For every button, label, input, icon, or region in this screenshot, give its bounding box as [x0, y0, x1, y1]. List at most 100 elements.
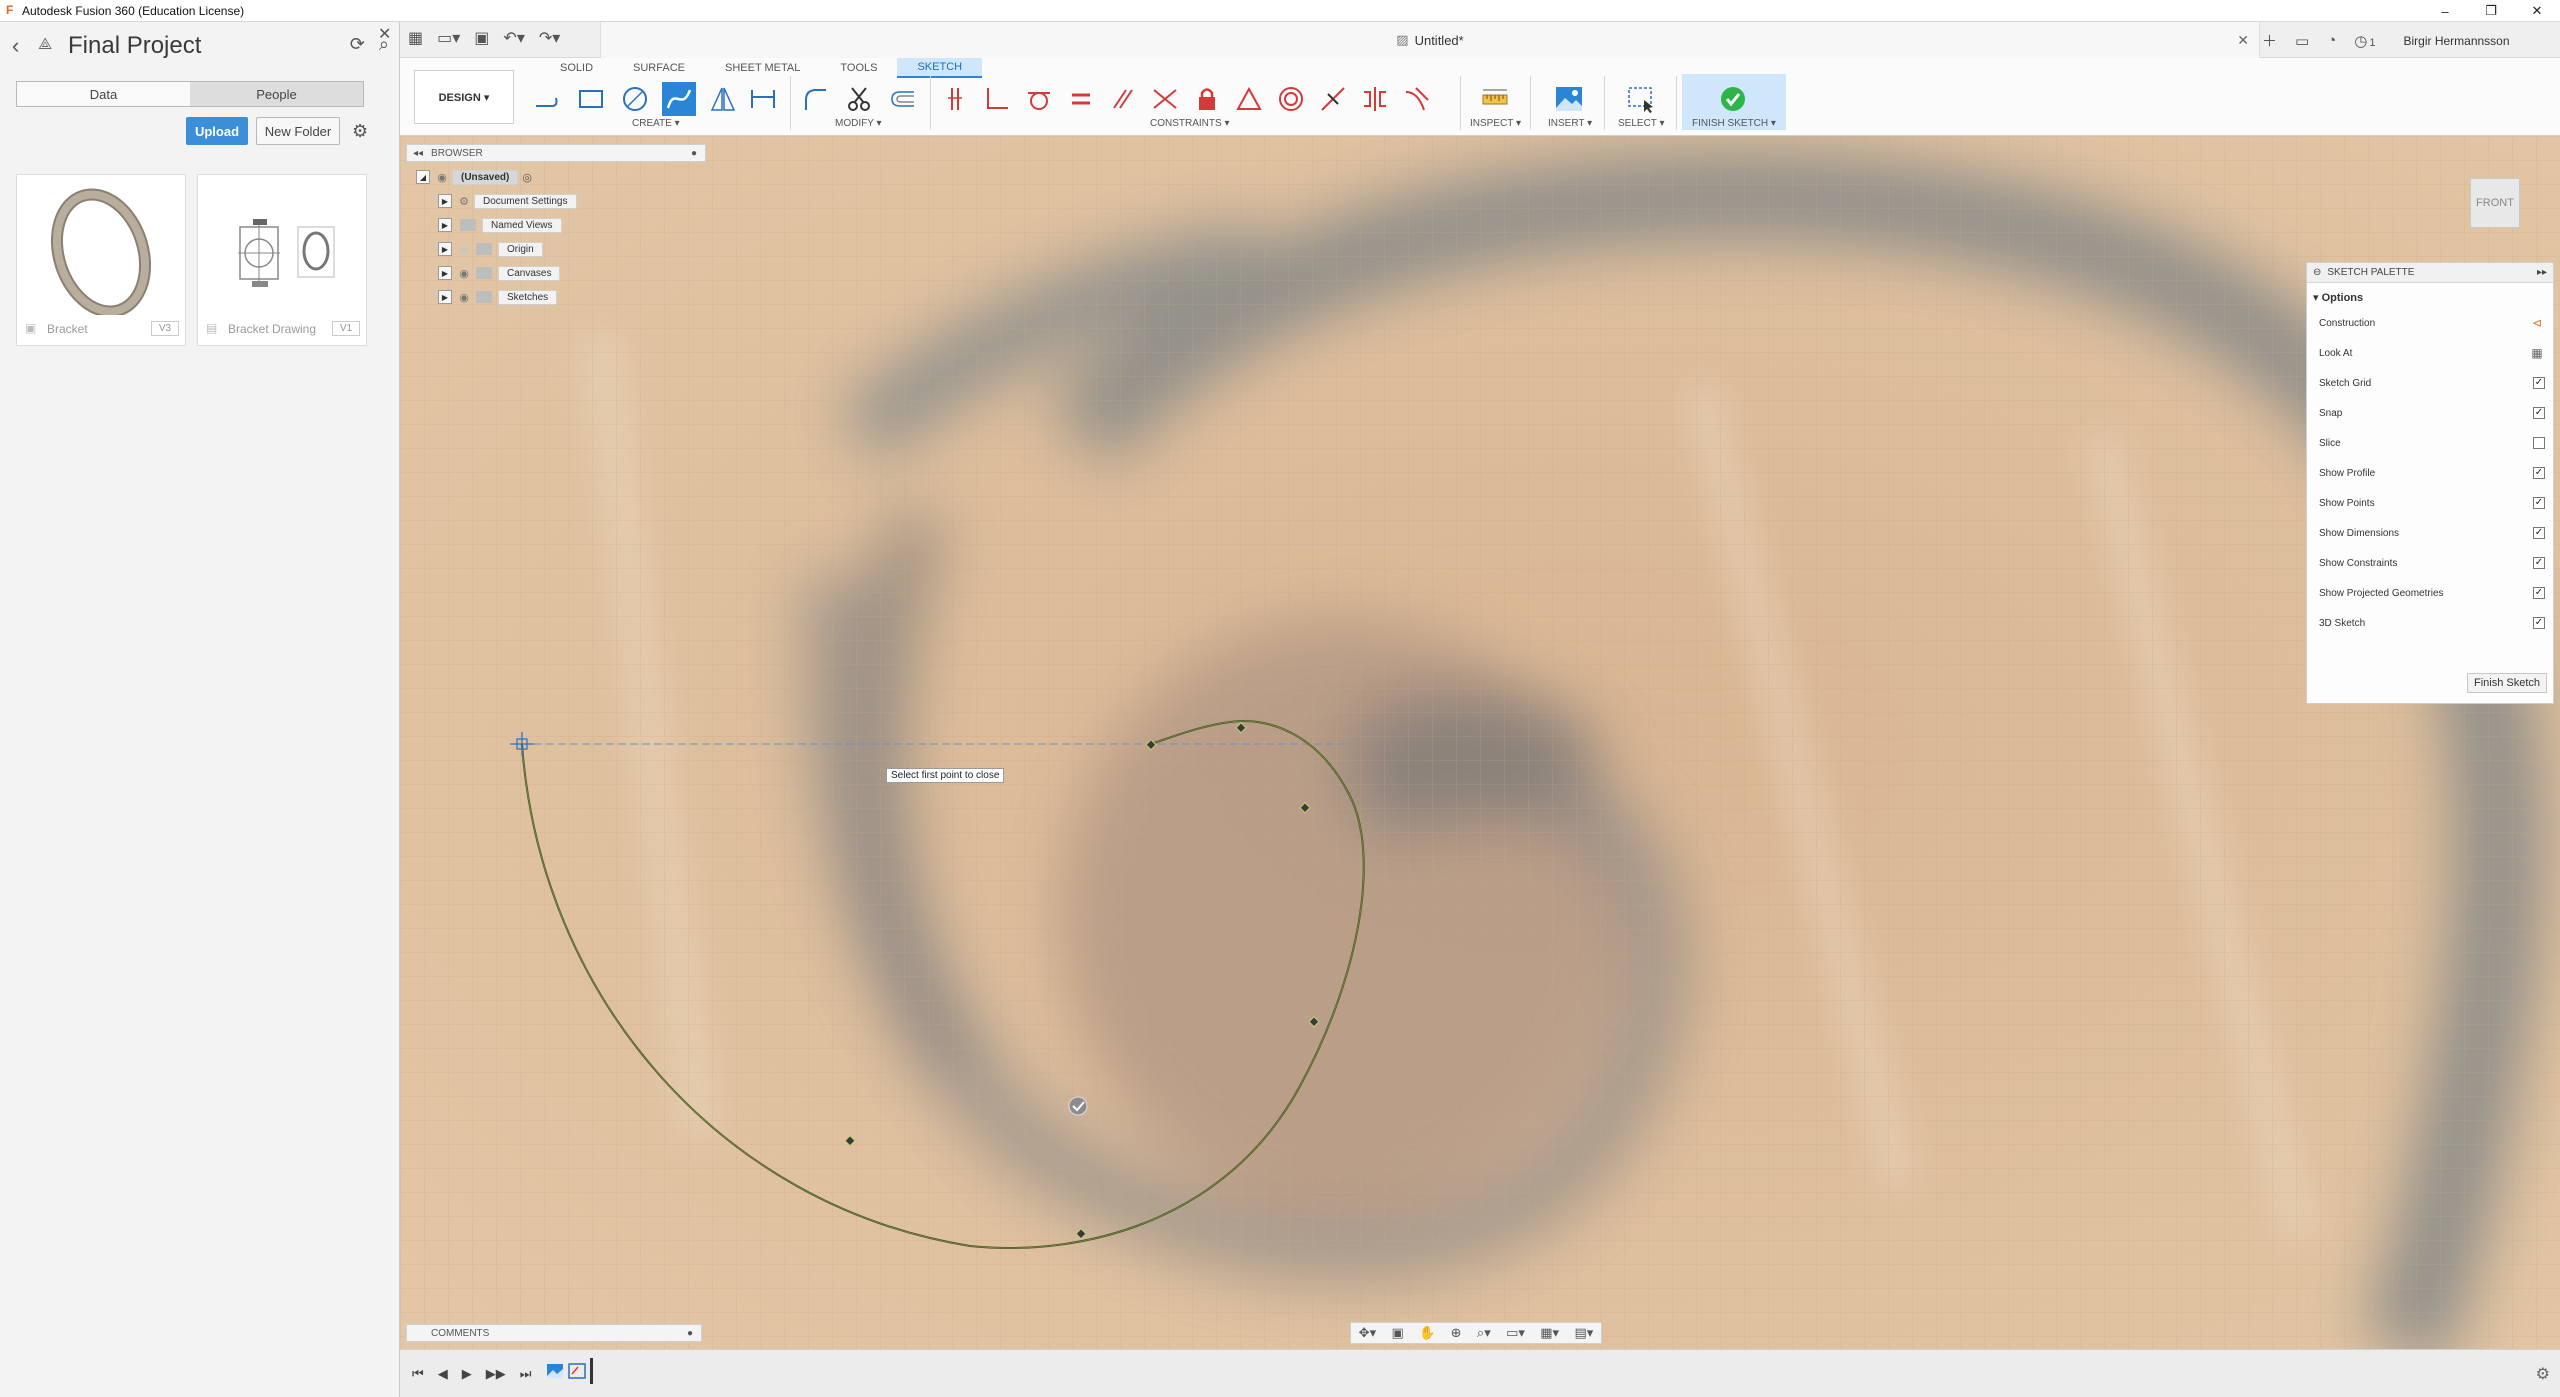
show-constraints-checkbox[interactable]: ✓	[2533, 557, 2545, 569]
pin-icon[interactable]: ●	[691, 148, 697, 159]
spline-tool-icon[interactable]	[662, 82, 696, 116]
show-dimensions-checkbox[interactable]: ✓	[2533, 527, 2545, 539]
document-tab[interactable]: ▨ Untitled* ✕	[600, 22, 2260, 58]
browser-item-origin[interactable]: ▶ ◉ Origin	[438, 240, 543, 258]
option-show-dimensions[interactable]: Show Dimensions ✓	[2319, 523, 2545, 543]
job-status-icon[interactable]: ◔	[2327, 32, 2336, 49]
timeline-settings-gear-icon[interactable]: ⚙	[2536, 1364, 2550, 1384]
go-to-start-icon[interactable]: ⏮	[412, 1366, 424, 1382]
collapse-icon[interactable]: ◢	[416, 170, 430, 184]
rectangle-tool-icon[interactable]	[574, 82, 608, 116]
perpendicular-constraint-icon[interactable]	[980, 82, 1014, 116]
close-icon[interactable]: ✕	[2514, 0, 2560, 22]
chat-icon[interactable]: ▭	[2295, 32, 2309, 50]
expand-icon[interactable]: ▶	[438, 290, 452, 304]
tab-sheet-metal[interactable]: SHEET METAL	[705, 58, 820, 78]
eye-icon[interactable]: ◉	[456, 291, 472, 304]
insert-menu[interactable]: INSERT ▾	[1548, 118, 1592, 129]
dimension-tool-icon[interactable]	[746, 82, 780, 116]
slice-checkbox[interactable]	[2533, 437, 2545, 449]
restore-icon[interactable]: ❐	[2468, 0, 2514, 22]
browser-item-canvases[interactable]: ▶ ◉ Canvases	[438, 264, 561, 282]
triangle-constraint-icon[interactable]	[1232, 82, 1266, 116]
go-to-end-icon[interactable]: ⏭	[520, 1366, 532, 1382]
upload-button[interactable]: Upload	[186, 117, 248, 145]
user-name[interactable]: Birgir Hermannsson	[2403, 34, 2509, 48]
show-profile-checkbox[interactable]: ✓	[2533, 467, 2545, 479]
tab-people[interactable]: People	[190, 82, 363, 106]
concentric-constraint-icon[interactable]	[1274, 82, 1308, 116]
measure-tool-icon[interactable]	[1478, 82, 1512, 116]
workspace-switcher[interactable]: DESIGN ▾	[414, 70, 514, 124]
expand-palette-icon[interactable]: ▸▸	[2537, 267, 2547, 278]
display-settings-icon[interactable]: ▭▾	[1506, 1325, 1525, 1341]
modify-menu[interactable]: MODIFY ▾	[835, 118, 882, 129]
pan-icon[interactable]: ✋	[1419, 1325, 1435, 1341]
lock-constraint-icon[interactable]	[1190, 82, 1224, 116]
browser-item-document-settings[interactable]: ▶ ⚙ Document Settings	[438, 192, 577, 210]
tab-tools[interactable]: TOOLS	[820, 58, 897, 78]
activate-radio-icon[interactable]: ◎	[522, 171, 532, 184]
show-projected-geometries-checkbox[interactable]: ✓	[2533, 587, 2545, 599]
zoom-window-icon[interactable]: ⌕▾	[1477, 1325, 1491, 1341]
timeline-sketch-feature-icon[interactable]	[568, 1362, 586, 1380]
option-3d-sketch[interactable]: 3D Sketch ✓	[2319, 613, 2545, 633]
fix-constraint-icon[interactable]	[938, 82, 972, 116]
minimize-icon[interactable]: –	[2422, 0, 2468, 22]
finish-sketch-check-icon[interactable]	[1716, 82, 1750, 116]
parallel-constraint-icon[interactable]	[1106, 82, 1140, 116]
coincident-constraint-icon[interactable]	[1148, 82, 1182, 116]
sketch-palette-header[interactable]: ⊖ SKETCH PALETTE ▸▸	[2307, 263, 2553, 283]
line-tool-icon[interactable]	[530, 82, 564, 116]
expand-icon[interactable]: ▶	[438, 194, 452, 208]
comments-panel[interactable]: COMMENTS ●	[406, 1324, 702, 1342]
collapse-arrow-icon[interactable]: ◂◂	[413, 148, 423, 159]
construction-icon[interactable]: ⊲	[2529, 316, 2545, 330]
step-back-icon[interactable]: ◀	[438, 1366, 448, 1382]
select-menu[interactable]: SELECT ▾	[1618, 118, 1665, 129]
back-arrow-icon[interactable]: ‹	[12, 33, 34, 59]
expand-icon[interactable]: ▶	[438, 242, 452, 256]
browser-item-sketches[interactable]: ▶ ◉ Sketches	[438, 288, 558, 306]
circle-tool-icon[interactable]	[618, 82, 652, 116]
file-tile-bracket-drawing[interactable]: ▤ Bracket Drawing V1	[197, 174, 367, 346]
canvas-viewport[interactable]	[400, 136, 2560, 1349]
viewports-icon[interactable]: ▤▾	[1574, 1325, 1593, 1341]
play-icon[interactable]: ▶	[462, 1366, 472, 1382]
timeline-playhead[interactable]	[590, 1358, 593, 1384]
spline-confirm-icon[interactable]	[1068, 1096, 1088, 1116]
tangent-constraint-icon[interactable]	[1022, 82, 1056, 116]
inspect-menu[interactable]: INSPECT ▾	[1470, 118, 1521, 129]
option-show-points[interactable]: Show Points ✓	[2319, 493, 2545, 513]
new-folder-button[interactable]: New Folder	[256, 117, 340, 145]
browser-item-named-views[interactable]: ▶ Named Views	[438, 216, 562, 234]
insert-image-icon[interactable]	[1552, 82, 1586, 116]
3d-sketch-checkbox[interactable]: ✓	[2533, 617, 2545, 629]
pin-icon[interactable]: ●	[687, 1328, 693, 1339]
zoom-icon[interactable]: ⊕	[1451, 1325, 1462, 1341]
close-panel-icon[interactable]: ✕	[378, 24, 391, 44]
tab-sketch[interactable]: SKETCH	[897, 58, 983, 78]
tab-surface[interactable]: SURFACE	[613, 58, 705, 78]
finish-sketch-button[interactable]: Finish Sketch	[2466, 673, 2547, 693]
midpoint-constraint-icon[interactable]	[1316, 82, 1350, 116]
option-slice[interactable]: Slice	[2319, 433, 2545, 453]
step-forward-icon[interactable]: ▶▶	[486, 1366, 506, 1382]
eye-icon[interactable]: ◉	[434, 171, 450, 184]
file-tile-bracket[interactable]: ▣ Bracket V3	[16, 174, 186, 346]
gear-icon[interactable]: ⚙	[352, 121, 368, 142]
undo-icon[interactable]: ↶▾	[503, 28, 524, 48]
tab-solid[interactable]: SOLID	[540, 58, 613, 78]
file-menu-icon[interactable]: ▭▾	[437, 28, 460, 48]
eye-hidden-icon[interactable]: ◉	[456, 243, 472, 256]
orbit-icon[interactable]: ✥▾	[1359, 1325, 1376, 1341]
tab-data[interactable]: Data	[17, 82, 190, 106]
select-window-icon[interactable]	[1624, 82, 1658, 116]
palette-collapse-icon[interactable]: ⊖	[2313, 267, 2321, 278]
curvature-constraint-icon[interactable]	[1400, 82, 1434, 116]
snap-checkbox[interactable]: ✓	[2533, 407, 2545, 419]
grid-settings-icon[interactable]: ▦▾	[1540, 1325, 1559, 1341]
version-badge[interactable]: V3	[151, 321, 179, 336]
mirror-tool-icon[interactable]	[706, 82, 740, 116]
fillet-tool-icon[interactable]	[798, 82, 832, 116]
